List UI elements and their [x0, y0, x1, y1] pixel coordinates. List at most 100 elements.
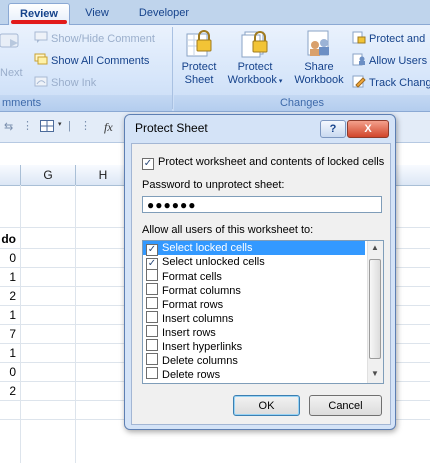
- checkbox-unchecked-icon[interactable]: [146, 325, 158, 337]
- permission-item[interactable]: Format cells: [143, 269, 365, 283]
- checkbox-unchecked-icon[interactable]: [146, 367, 158, 379]
- share-workbook-icon: [305, 28, 333, 58]
- cancel-button[interactable]: Cancel: [309, 395, 382, 416]
- protect-sheet-dialog: Protect Sheet ? X ✓ Protect worksheet and…: [124, 114, 396, 430]
- cell-value[interactable]: 0: [2, 251, 16, 265]
- protect-workbook-label-line2: Workbook: [227, 74, 277, 86]
- password-input[interactable]: ●●●●●●: [142, 196, 382, 213]
- cell-value[interactable]: 2: [2, 384, 16, 398]
- protect-contents-checkbox[interactable]: ✓ Protect worksheet and contents of locke…: [142, 156, 384, 170]
- borders-dropdown-icon[interactable]: ▾: [58, 120, 62, 128]
- protect-workbook-label-line1: Protect: [237, 61, 273, 73]
- checkbox-unchecked-icon[interactable]: [146, 283, 158, 295]
- checkbox-checked-icon: ✓: [142, 158, 154, 170]
- allow-users-icon: [352, 53, 365, 66]
- protect-contents-label: Protect worksheet and contents of locked…: [158, 156, 385, 168]
- cell-value[interactable]: 1: [2, 270, 16, 284]
- next-comment-icon: [0, 33, 19, 48]
- column-header-g[interactable]: G: [21, 165, 76, 186]
- show-ink-button[interactable]: Show Ink: [34, 74, 96, 92]
- permission-item[interactable]: Insert columns: [143, 311, 365, 325]
- checkbox-unchecked-icon[interactable]: [146, 339, 158, 351]
- toolbar-separator-icon: |: [68, 120, 71, 132]
- permission-item[interactable]: Format columns: [143, 283, 365, 297]
- tab-view[interactable]: View: [80, 3, 114, 24]
- protect-share-icon: [352, 31, 366, 44]
- share-workbook-button[interactable]: Share Workbook: [290, 28, 348, 87]
- permission-item[interactable]: Insert rows: [143, 325, 365, 339]
- checkbox-unchecked-icon[interactable]: [146, 269, 158, 281]
- permission-label: Delete columns: [162, 355, 238, 367]
- checkbox-unchecked-icon[interactable]: [146, 353, 158, 365]
- show-all-comments-button[interactable]: Show All Comments: [34, 52, 149, 70]
- cell-value[interactable]: 1: [2, 346, 16, 360]
- show-hide-comment-icon: [34, 31, 48, 43]
- changes-group-caption: Changes: [174, 95, 430, 111]
- column-header-h[interactable]: H: [76, 165, 131, 186]
- cell-value[interactable]: 7: [2, 327, 16, 341]
- cell-value[interactable]: 2: [2, 289, 16, 303]
- borders-icon[interactable]: [40, 120, 54, 132]
- cell-value[interactable]: 1: [2, 308, 16, 322]
- track-changes-icon: [352, 75, 366, 88]
- protect-sheet-button[interactable]: Protect Sheet: [176, 28, 222, 87]
- permission-label: Delete rows: [162, 369, 221, 381]
- permission-item[interactable]: ✓ Select unlocked cells: [143, 255, 365, 270]
- permission-label: Format columns: [162, 285, 241, 297]
- scroll-up-icon[interactable]: ▲: [371, 243, 379, 252]
- permission-label: Insert rows: [162, 327, 216, 339]
- password-label: Password to unprotect sheet:: [142, 179, 285, 191]
- permission-label: Insert columns: [162, 313, 234, 325]
- checkbox-unchecked-icon[interactable]: [146, 297, 158, 309]
- share-workbook-label-line2: Workbook: [294, 74, 344, 86]
- comments-group-caption: mments: [0, 95, 172, 111]
- show-hide-comment-button[interactable]: Show/Hide Comment: [34, 30, 155, 48]
- protect-and-share-button[interactable]: Protect and: [352, 30, 425, 48]
- protect-sheet-icon: [185, 28, 213, 58]
- scroll-down-icon[interactable]: ▼: [371, 369, 379, 378]
- permission-label: Select unlocked cells: [162, 256, 265, 268]
- dialog-title: Protect Sheet: [135, 121, 208, 135]
- group-separator: [172, 27, 173, 109]
- permission-label: Format rows: [162, 299, 224, 311]
- protect-workbook-icon: [241, 28, 269, 58]
- cell-header-fragment[interactable]: do: [0, 232, 16, 246]
- close-icon: X: [364, 123, 372, 135]
- cell-value[interactable]: 0: [2, 365, 16, 379]
- track-changes-button[interactable]: Track Chang: [352, 74, 430, 92]
- permission-label: Select locked cells: [162, 242, 253, 254]
- review-highlight-underline: [11, 20, 67, 24]
- allow-users-label: Allow all users of this worksheet to:: [142, 224, 314, 236]
- dropdown-arrow-icon: ▾: [276, 78, 283, 85]
- show-all-comments-icon: [34, 53, 48, 65]
- permission-item[interactable]: Insert hyperlinks: [143, 339, 365, 353]
- permission-item[interactable]: Delete columns: [143, 353, 365, 367]
- list-scrollbar[interactable]: ▲ ▼: [367, 241, 383, 383]
- checkbox-unchecked-icon[interactable]: [146, 311, 158, 323]
- ribbon-tab-bar: Review View Developer: [0, 0, 430, 25]
- help-button[interactable]: ?: [320, 120, 346, 138]
- show-ink-icon: [34, 76, 48, 87]
- permission-item[interactable]: Delete rows: [143, 367, 365, 381]
- close-button[interactable]: X: [347, 120, 389, 138]
- permission-label: Format cells: [162, 271, 222, 283]
- dialog-body: ✓ Protect worksheet and contents of locke…: [131, 143, 391, 425]
- ok-button[interactable]: OK: [233, 395, 300, 416]
- tab-developer[interactable]: Developer: [134, 3, 194, 24]
- protect-sheet-label-line2: Sheet: [184, 74, 214, 86]
- protect-workbook-button[interactable]: Protect Workbook ▾: [222, 28, 288, 88]
- next-comment-button[interactable]: Next: [0, 33, 26, 89]
- fx-icon[interactable]: fx: [104, 120, 113, 135]
- ribbon: Next Show/Hide Comment Show All Comments…: [0, 25, 430, 112]
- checkbox-checked-icon[interactable]: ✓: [146, 244, 158, 256]
- permissions-list[interactable]: ✓ Select locked cells ✓ Select unlocked cel…: [142, 240, 384, 384]
- permission-item[interactable]: ✓ Select locked cells: [143, 241, 365, 256]
- permission-label: Insert hyperlinks: [162, 341, 243, 353]
- scrollbar-thumb[interactable]: [369, 259, 381, 359]
- permission-item[interactable]: Format rows: [143, 297, 365, 311]
- toolbar-tools-icon[interactable]: ⋮: [22, 119, 33, 132]
- toolbar-arrow-icon[interactable]: ⇆: [4, 120, 13, 133]
- allow-users-button[interactable]: Allow Users: [352, 52, 427, 70]
- column-header-partial[interactable]: [0, 165, 21, 186]
- toolbar-tools-icon-2[interactable]: ⋮: [80, 119, 91, 132]
